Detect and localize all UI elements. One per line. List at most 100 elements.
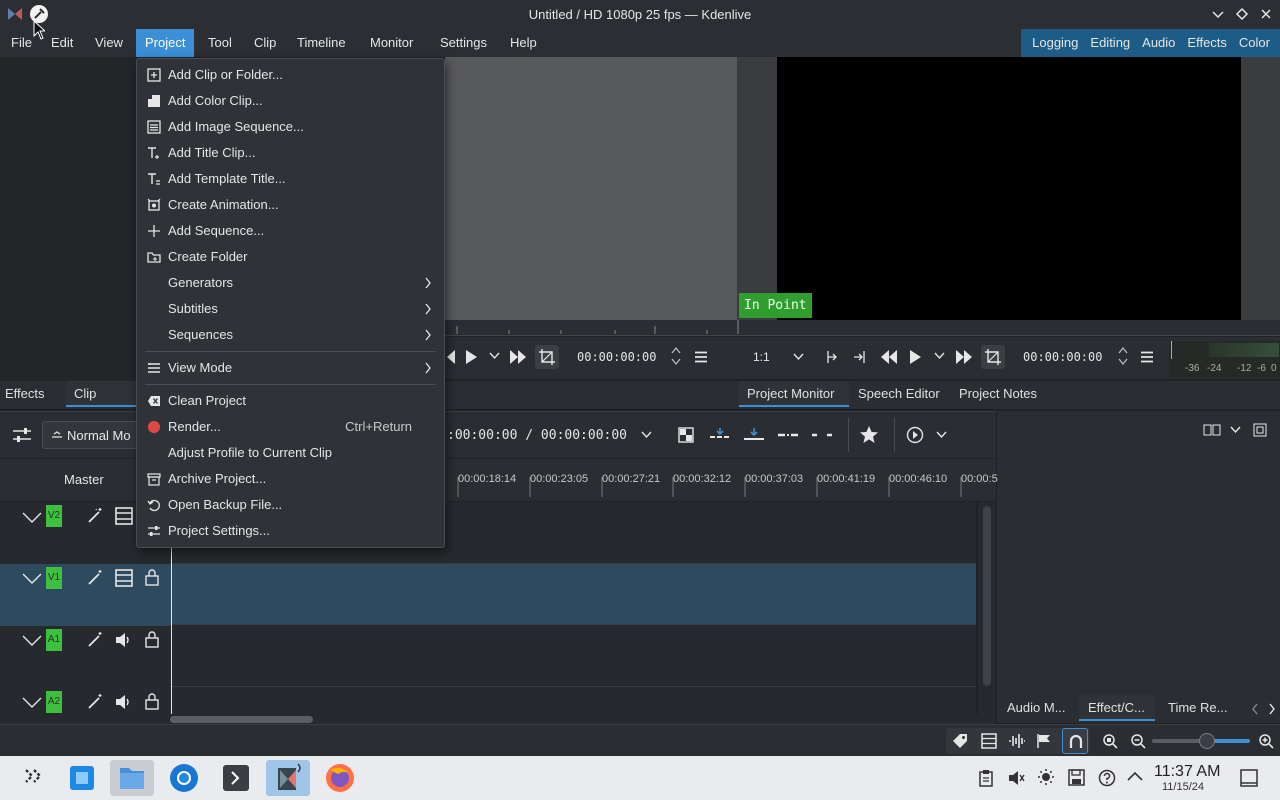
play-options-chevron-icon[interactable] bbox=[489, 352, 500, 360]
workspace-editing[interactable]: Editing bbox=[1084, 29, 1136, 57]
effects-wand-icon[interactable] bbox=[86, 631, 104, 649]
master-label[interactable]: Master bbox=[64, 472, 104, 487]
app-launcher-icon[interactable] bbox=[12, 760, 56, 796]
fast-forward-icon[interactable] bbox=[510, 350, 526, 364]
menu-view[interactable]: View bbox=[86, 29, 132, 57]
menu-add-clip-or-folder[interactable]: Add Clip or Folder... bbox=[137, 62, 444, 88]
hamburger-menu-icon[interactable] bbox=[695, 351, 707, 363]
menu-create-animation[interactable]: Create Animation... bbox=[137, 192, 444, 218]
workspace-logging[interactable]: Logging bbox=[1021, 29, 1084, 57]
crop-button[interactable] bbox=[535, 345, 559, 369]
playhead-follow-icon[interactable] bbox=[906, 426, 924, 444]
firefox-icon[interactable] bbox=[318, 760, 362, 796]
menu-add-color-clip[interactable]: Add Color Clip... bbox=[137, 88, 444, 114]
clip-monitor-timecode[interactable]: 00:00:00:00 bbox=[577, 350, 656, 364]
tab-scroll-left-icon[interactable] bbox=[1251, 703, 1259, 715]
edit-mode-select[interactable]: Normal Mo bbox=[42, 421, 138, 449]
menu-help[interactable]: Help bbox=[501, 29, 546, 57]
timecode-spin-icon[interactable] bbox=[1118, 346, 1128, 366]
snap-button[interactable] bbox=[1062, 728, 1088, 754]
track-tag-v1[interactable]: V1 bbox=[46, 567, 62, 589]
tab-project-notes[interactable]: Project Notes bbox=[954, 381, 1042, 407]
menu-project-settings[interactable]: Project Settings... bbox=[137, 518, 444, 544]
timecode-spin-icon[interactable] bbox=[671, 346, 681, 366]
maximize-icon[interactable] bbox=[1234, 6, 1250, 22]
menu-view-mode[interactable]: View Mode bbox=[137, 355, 444, 381]
help-circle-icon[interactable] bbox=[1098, 769, 1116, 787]
menu-timeline[interactable]: Timeline bbox=[288, 29, 355, 57]
tab-effect-composition[interactable]: Effect/C... bbox=[1079, 695, 1155, 721]
zoom-select[interactable]: 1:1 bbox=[753, 350, 770, 364]
speaker-icon[interactable] bbox=[114, 693, 132, 711]
rewind-icon[interactable] bbox=[445, 350, 455, 364]
menu-tool[interactable]: Tool bbox=[199, 29, 241, 57]
tab-clip-properties[interactable]: Clip Pro... bbox=[66, 381, 136, 427]
clip-monitor-ruler[interactable] bbox=[445, 320, 737, 336]
menu-settings[interactable]: Settings bbox=[431, 29, 496, 57]
lift-icon[interactable] bbox=[777, 427, 799, 443]
menu-monitor[interactable]: Monitor bbox=[361, 29, 422, 57]
menu-open-backup-file[interactable]: Open Backup File... bbox=[137, 492, 444, 518]
menu-create-folder[interactable]: Create Folder bbox=[137, 244, 444, 270]
menu-add-title-clip[interactable]: Add Title Clip... bbox=[137, 140, 444, 166]
star-icon[interactable] bbox=[859, 425, 879, 445]
track-lane-v1[interactable] bbox=[170, 564, 976, 624]
chromium-icon[interactable] bbox=[162, 760, 206, 796]
lock-icon[interactable] bbox=[144, 692, 160, 710]
film-icon[interactable] bbox=[115, 569, 133, 587]
effects-wand-icon[interactable] bbox=[86, 693, 104, 711]
menu-sequences[interactable]: Sequences bbox=[137, 322, 444, 348]
tab-scroll-right-icon[interactable] bbox=[1268, 703, 1276, 715]
collapse-track-icon[interactable] bbox=[22, 512, 42, 524]
audio-wave-icon[interactable] bbox=[1008, 733, 1026, 749]
position-chevron-icon[interactable] bbox=[641, 431, 652, 439]
volume-muted-icon[interactable] bbox=[1007, 769, 1025, 787]
film-icon[interactable] bbox=[115, 507, 133, 525]
tab-project-monitor[interactable]: Project Monitor bbox=[739, 381, 849, 407]
film-icon[interactable] bbox=[981, 733, 997, 749]
clipboard-icon[interactable] bbox=[978, 769, 994, 787]
menu-project[interactable]: Project bbox=[136, 29, 195, 57]
brightness-icon[interactable] bbox=[1037, 768, 1055, 786]
insert-icon[interactable] bbox=[709, 427, 731, 443]
composite-icon[interactable] bbox=[678, 427, 694, 443]
extract-icon[interactable] bbox=[811, 427, 833, 443]
follow-chevron-icon[interactable] bbox=[936, 431, 947, 439]
flag-icon[interactable] bbox=[1036, 733, 1052, 749]
minimize-icon[interactable] bbox=[1210, 6, 1226, 22]
menu-add-image-sequence[interactable]: Add Image Sequence... bbox=[137, 114, 444, 140]
terminal-icon[interactable] bbox=[214, 760, 258, 796]
tab-speech-editor[interactable]: Speech Editor bbox=[853, 381, 945, 407]
zoom-slider[interactable] bbox=[1152, 733, 1250, 749]
menu-generators[interactable]: Generators bbox=[137, 270, 444, 296]
workspace-color[interactable]: Color bbox=[1233, 29, 1280, 57]
kdenlive-taskbar-icon[interactable] bbox=[266, 760, 310, 796]
set-out-icon[interactable] bbox=[853, 349, 867, 365]
menu-adjust-profile[interactable]: Adjust Profile to Current Clip bbox=[137, 440, 444, 466]
file-manager-icon[interactable] bbox=[110, 760, 154, 796]
track-tag-v2[interactable]: V2 bbox=[46, 505, 62, 527]
tag-icon[interactable] bbox=[952, 733, 968, 749]
horizontal-scrollbar[interactable] bbox=[0, 714, 996, 724]
zoom-slider-handle[interactable] bbox=[1199, 733, 1215, 749]
timeline-position[interactable]: :00:00:00 / 00:00:00:00 bbox=[447, 428, 627, 443]
discover-store-icon[interactable] bbox=[60, 760, 104, 796]
track-tag-a1[interactable]: A1 bbox=[46, 629, 62, 651]
collapse-track-icon[interactable] bbox=[22, 697, 42, 709]
zoom-out-icon[interactable] bbox=[1130, 733, 1146, 749]
collapse-icon[interactable] bbox=[1253, 423, 1267, 437]
menu-add-template-title[interactable]: Add Template Title... bbox=[137, 166, 444, 192]
close-icon[interactable] bbox=[1258, 6, 1274, 22]
tab-audio-mixer[interactable]: Audio M... bbox=[1002, 695, 1071, 721]
track-tag-a2[interactable]: A2 bbox=[46, 691, 62, 713]
menu-clean-project[interactable]: Clean Project bbox=[137, 388, 444, 414]
clock-time[interactable]: 11:37 AM bbox=[1154, 763, 1220, 781]
lock-icon[interactable] bbox=[144, 568, 160, 586]
compare-icon[interactable] bbox=[1203, 424, 1221, 436]
collapse-track-icon[interactable] bbox=[22, 573, 42, 585]
hamburger-menu-icon[interactable] bbox=[1141, 351, 1153, 363]
rewind-icon[interactable] bbox=[881, 350, 897, 364]
effects-wand-icon[interactable] bbox=[86, 569, 104, 587]
menu-archive-project[interactable]: Archive Project... bbox=[137, 466, 444, 492]
tab-effects[interactable]: Effects bbox=[0, 381, 50, 407]
